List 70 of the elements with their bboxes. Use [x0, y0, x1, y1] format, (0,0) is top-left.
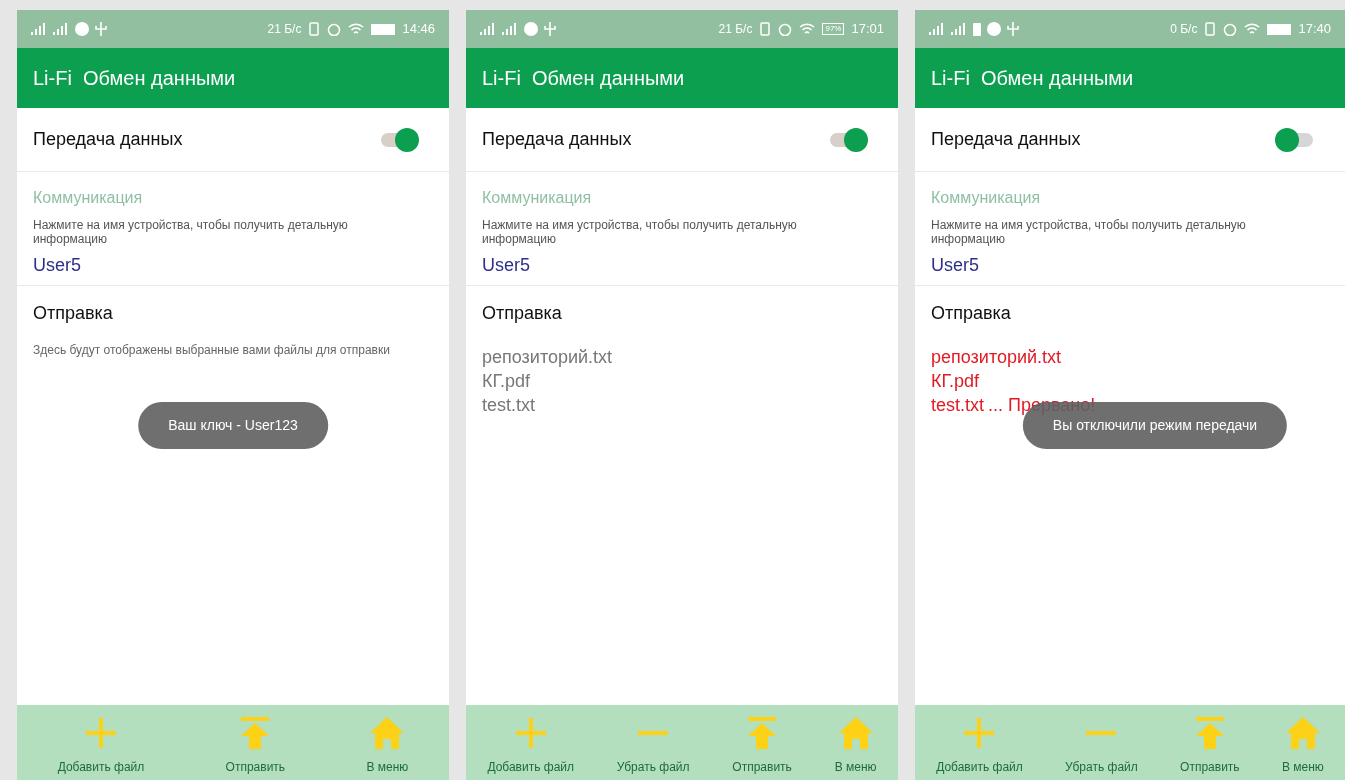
wifi-icon [1244, 23, 1261, 35]
action-button[interactable]: В меню [362, 716, 413, 776]
action-button[interactable]: Убрать файл [1061, 716, 1142, 776]
section-heading: Коммуникация [33, 188, 144, 208]
usb-icon [95, 22, 107, 36]
home-icon [1284, 716, 1321, 750]
clock-time: 17:40 [1298, 20, 1331, 39]
signal-icon [53, 23, 69, 35]
wifi-icon [348, 23, 365, 35]
section-heading: Отправка [931, 302, 1012, 325]
battery-icon [1267, 23, 1292, 35]
home-icon [369, 716, 406, 750]
action-button[interactable]: Отправить [221, 716, 290, 776]
action-button[interactable]: Добавить файл [53, 716, 149, 776]
signal-icon [929, 23, 945, 35]
battery-level: 97% [822, 23, 845, 35]
action-button[interactable]: Добавить файл [483, 716, 579, 776]
section-heading: Коммуникация [931, 188, 1042, 208]
section-heading: Отправка [482, 302, 563, 325]
network-speed: 21 Б/с [718, 21, 753, 38]
app-title: Li-Fi Обмен данными [931, 66, 1134, 91]
file-name[interactable]: test.txt [931, 393, 984, 417]
setting-label: Передача данных [482, 128, 632, 151]
device-name[interactable]: User5 [33, 252, 81, 279]
signal-icon [951, 23, 967, 35]
action-button[interactable]: Убрать файл [612, 716, 694, 776]
clock-time: 17:01 [851, 20, 884, 39]
plus-icon [83, 716, 118, 750]
hint-text: Нажмите на имя устройства, чтобы получить детальную информацию [931, 218, 1247, 246]
plus-icon [962, 716, 997, 750]
file-name[interactable]: репозиторий.txt [931, 345, 1062, 369]
action-button[interactable]: Добавить файл [932, 716, 1027, 776]
battery-icon [973, 22, 981, 36]
action-button[interactable]: Отправить [1176, 716, 1244, 776]
home-icon [837, 716, 874, 750]
network-speed: 21 Б/с [267, 21, 302, 38]
plus-icon [513, 716, 548, 750]
device-name[interactable]: User5 [931, 252, 979, 279]
file-name[interactable]: КГ.pdf [931, 369, 980, 393]
minus-icon [1086, 731, 1117, 735]
wifi-icon [799, 23, 816, 35]
toggle-switch[interactable] [828, 127, 868, 152]
section-heading: Коммуникация [482, 188, 593, 208]
file-name[interactable]: test.txt [482, 393, 535, 417]
battery-icon [371, 23, 396, 35]
network-speed: 0 Б/с [1170, 21, 1198, 38]
usb-icon [544, 22, 556, 36]
signal-icon [31, 23, 47, 35]
action-button[interactable]: В меню [1277, 716, 1328, 776]
file-name[interactable]: репозиторий.txt [482, 345, 613, 369]
hint-text: Нажмите на имя устройства, чтобы получить детальную информацию [482, 218, 798, 246]
action-button[interactable]: Отправить [728, 716, 796, 776]
setting-label: Передача данных [931, 128, 1081, 151]
app-title: Li-Fi Обмен данными [482, 66, 685, 91]
device-name[interactable]: User5 [482, 252, 530, 279]
usb-icon [1007, 22, 1019, 36]
hint-text: Нажмите на имя устройства, чтобы получить детальную информацию [33, 218, 349, 246]
file-name[interactable]: КГ.pdf [482, 369, 531, 393]
action-button[interactable]: В меню [830, 716, 881, 776]
toggle-switch[interactable] [379, 127, 419, 152]
setting-label: Передача данных [33, 128, 183, 151]
clock-time: 14:46 [402, 20, 435, 39]
app-title: Li-Fi Обмен данными [33, 66, 236, 91]
signal-icon [480, 23, 496, 35]
toggle-switch[interactable] [1275, 127, 1315, 152]
toast-message: Ваш ключ - User123 [138, 402, 328, 449]
signal-icon [502, 23, 518, 35]
minus-icon [638, 731, 669, 735]
empty-hint: Здесь будут отображены выбранные вами файлы для отправки [33, 342, 391, 359]
section-heading: Отправка [33, 302, 114, 325]
